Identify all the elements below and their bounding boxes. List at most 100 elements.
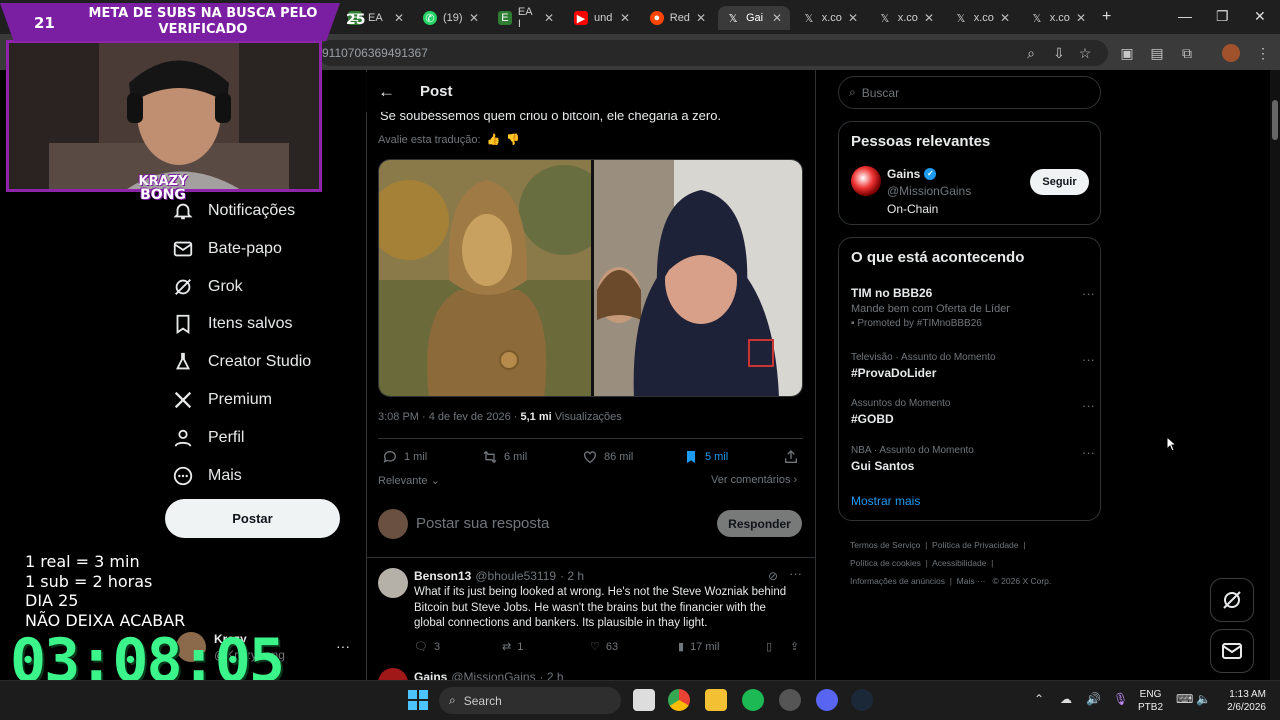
obs-icon[interactable] (779, 689, 801, 711)
messages-float-button[interactable] (1210, 629, 1254, 673)
url-field[interactable]: 9110706369491367 (318, 40, 1108, 66)
post-button[interactable]: Postar (165, 499, 340, 538)
more-options-icon[interactable]: ··· (1082, 352, 1095, 367)
browser-tab[interactable]: ● Red ✕ (642, 6, 714, 30)
close-icon[interactable]: ✕ (772, 11, 782, 25)
close-icon[interactable]: ✕ (848, 11, 858, 25)
close-icon[interactable]: ✕ (620, 11, 630, 25)
bookmark-button[interactable]: ▯ (766, 640, 772, 653)
reply-button[interactable]: 🗨 3 (414, 640, 440, 654)
close-icon[interactable]: ✕ (1000, 11, 1010, 25)
restore-button[interactable]: ❐ (1216, 8, 1229, 25)
nav-chat[interactable]: Bate-papo (172, 238, 282, 260)
tray-app-icon[interactable]: ☁ (1060, 692, 1072, 706)
discord-icon[interactable] (816, 689, 838, 711)
browser-tab[interactable]: E EA I ✕ (490, 6, 562, 30)
browser-tab[interactable]: 𝕏x.co ✕ (1022, 6, 1094, 30)
avatar[interactable] (851, 166, 881, 196)
browser-tab[interactable]: 𝕏x.co ✕ (946, 6, 1018, 30)
menu-icon[interactable]: ⋮ (1254, 44, 1272, 62)
person-name[interactable]: Gains ✓ (887, 167, 937, 181)
browser-tab[interactable]: ✆ (19) ✕ (415, 6, 487, 30)
repost-button[interactable]: ⇄ 1 (502, 640, 523, 654)
mail-icon (173, 241, 193, 257)
show-more-link[interactable]: Mostrar mais (851, 494, 920, 508)
clock[interactable]: 1:13 AM 2/6/2026 (1218, 688, 1266, 714)
speaker-icon[interactable]: 🔈 (1196, 692, 1211, 706)
reply-button[interactable]: 1 mil (382, 449, 427, 465)
volume-icon[interactable]: 🔊 (1086, 692, 1101, 706)
sort-dropdown[interactable]: Relevante ⌄ (378, 474, 440, 487)
reply-input[interactable]: Postar sua resposta (416, 515, 549, 532)
thumbs-down-icon[interactable]: 👎 (506, 133, 520, 146)
bookmark-button[interactable]: 5 mil (683, 449, 728, 465)
close-icon[interactable]: ✕ (469, 11, 479, 25)
profile-avatar[interactable] (1222, 44, 1240, 62)
post-media[interactable] (378, 159, 803, 397)
microphone-icon[interactable]: 🎙 (1113, 692, 1128, 706)
share-button[interactable] (783, 449, 799, 465)
avatar[interactable] (378, 668, 408, 680)
nav-more[interactable]: Mais (172, 465, 242, 487)
more-options-icon[interactable]: ··· (789, 566, 802, 581)
nav-bookmarks[interactable]: Itens salvos (172, 313, 292, 335)
extension-icon[interactable]: ▣ (1118, 44, 1136, 62)
close-icon[interactable]: ✕ (394, 11, 404, 25)
windows-start-icon[interactable] (408, 690, 428, 710)
more-options-icon[interactable]: ··· (1082, 445, 1095, 460)
steam-icon[interactable] (851, 689, 873, 711)
browser-tab[interactable]: ▶ und ✕ (566, 6, 638, 30)
close-icon[interactable]: ✕ (924, 11, 934, 25)
more-options-icon[interactable]: ··· (1082, 286, 1095, 301)
browser-tab[interactable]: 𝕏x.co ✕ (794, 6, 866, 30)
avatar[interactable] (378, 568, 408, 598)
nav-premium[interactable]: Premium (172, 389, 272, 411)
file-explorer-pane-icon[interactable] (633, 689, 655, 711)
comment-header: Gains @MissionGains · 2 h (414, 670, 564, 680)
star-icon[interactable]: ☆ (1076, 44, 1094, 62)
extension-icon[interactable]: ▤ (1148, 44, 1166, 62)
grok-icon[interactable]: ⊘ (768, 569, 778, 583)
close-window-button[interactable]: ✕ (1254, 8, 1266, 25)
like-button[interactable]: ♡ 63 (590, 640, 618, 654)
close-icon[interactable]: ✕ (544, 11, 554, 25)
browser-tab-active[interactable]: 𝕏 Gai ✕ (718, 6, 790, 30)
language-indicator[interactable]: ENG PTB2 (1138, 688, 1163, 714)
scrollbar[interactable] (1270, 70, 1280, 680)
nav-grok[interactable]: Grok (172, 276, 243, 298)
more-options-icon[interactable]: ··· (1082, 398, 1095, 413)
share-button[interactable]: ⇪ (790, 640, 799, 653)
spotify-icon[interactable] (742, 689, 764, 711)
browser-tab[interactable]: 𝕏x.co ✕ (870, 6, 942, 30)
back-arrow-icon[interactable]: ← (378, 82, 395, 102)
tray-chevron-icon[interactable]: ⌃ (1034, 692, 1044, 706)
nav-profile[interactable]: Perfil (172, 427, 244, 449)
reply-submit-button[interactable]: Responder (717, 510, 802, 537)
search-input[interactable]: ⌕ Buscar (838, 76, 1101, 109)
new-tab-button[interactable]: + (1102, 8, 1111, 26)
account-more-icon[interactable]: ··· (336, 638, 350, 654)
nav-notifications[interactable]: Notificações (172, 200, 295, 222)
thumbs-up-icon[interactable]: 👍 (487, 133, 501, 146)
close-icon[interactable]: ✕ (696, 11, 706, 25)
see-comments-link[interactable]: Ver comentários › (711, 474, 797, 486)
chrome-icon[interactable] (668, 689, 690, 711)
trend-item[interactable]: NBA · Assunto do Momento Gui Santos ··· (851, 445, 1095, 473)
close-icon[interactable]: ✕ (1076, 11, 1086, 25)
taskbar-search[interactable]: ⌕ Search (439, 687, 621, 714)
zoom-icon[interactable]: ⌕ (1022, 44, 1040, 62)
trend-item[interactable]: Assuntos do Momento #GOBD ··· (851, 398, 1095, 426)
puzzle-icon[interactable]: ⧉ (1178, 44, 1196, 62)
views-button[interactable]: ▮ 17 mil (678, 640, 719, 654)
network-icon[interactable]: ⌨ (1176, 692, 1193, 706)
trend-item[interactable]: TIM no BBB26 Mande bem com Oferta de Líd… (851, 286, 1095, 329)
folder-icon[interactable] (705, 689, 727, 711)
repost-button[interactable]: 6 mil (482, 449, 527, 465)
grok-float-button[interactable] (1210, 578, 1254, 622)
like-button[interactable]: 86 mil (582, 449, 633, 465)
follow-button[interactable]: Seguir (1030, 169, 1089, 195)
nav-creator-studio[interactable]: Creator Studio (172, 351, 311, 373)
minimize-button[interactable]: — (1178, 8, 1192, 24)
trend-item[interactable]: Televisão · Assunto do Momento #ProvaDoL… (851, 352, 1095, 380)
install-icon[interactable]: ⇩ (1050, 44, 1068, 62)
